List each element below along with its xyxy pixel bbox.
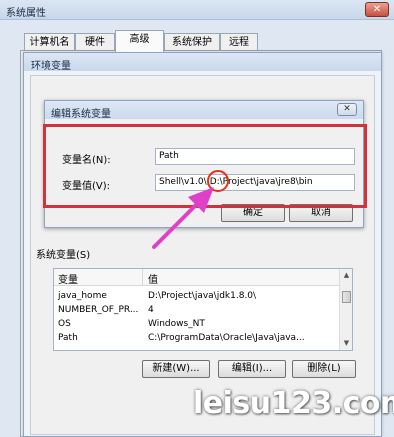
table-row[interactable]: NUMBER_OF_PR... 4 [54, 305, 340, 318]
scroll-down-icon[interactable]: ▼ [342, 339, 351, 348]
window-titlebar: 系统属性 [0, 0, 394, 20]
variable-name-field[interactable]: Path [155, 148, 355, 165]
table-header: 变量 值 [54, 269, 340, 286]
column-header-variable[interactable]: 变量 [58, 271, 78, 286]
edit-variable-button[interactable]: 编辑(I)... [218, 360, 286, 378]
delete-variable-button[interactable]: 删除(L) [292, 360, 356, 378]
cancel-button[interactable]: 取消 [289, 204, 353, 222]
variable-value-label: 变量值(V): [62, 181, 111, 192]
column-header-value[interactable]: 值 [148, 271, 158, 286]
table-row[interactable]: Path C:\ProgramData\Oracle\Java\java... [54, 333, 340, 346]
tab-hardware[interactable]: 硬件 [75, 33, 115, 51]
var-value: Windows_NT [148, 319, 205, 329]
table-scrollbar[interactable]: ▲ ▼ [339, 269, 352, 350]
variable-name-label: 变量名(N): [62, 155, 111, 166]
var-name: Path [58, 333, 78, 343]
new-variable-button[interactable]: 新建(W)... [142, 360, 210, 378]
scroll-thumb[interactable] [342, 291, 351, 303]
system-vars-title: 系统变量(S) [36, 250, 91, 261]
edit-system-variable-dialog: 编辑系统变量 ✕ 变量名(N): Path 变量值(V): Shell\v1.0… [44, 100, 364, 228]
env-dialog-title: 环境变量 [31, 61, 71, 72]
edit-dialog-titlebar: 编辑系统变量 ✕ [45, 101, 363, 120]
tab-remote[interactable]: 远程 [220, 33, 258, 51]
table-row[interactable]: OS Windows_NT [54, 319, 340, 332]
var-name: NUMBER_OF_PR... [58, 305, 139, 315]
system-vars-table[interactable]: 变量 值 java_home D:\Project\java\jdk1.8.0\… [53, 268, 353, 351]
var-name: OS [58, 319, 71, 329]
tab-system-protection[interactable]: 系统保护 [164, 33, 220, 51]
watermark-text: leisu123.com [193, 386, 394, 421]
table-row[interactable]: java_home D:\Project\java\jdk1.8.0\ [54, 291, 340, 304]
column-divider[interactable] [142, 269, 143, 286]
edit-dialog-title: 编辑系统变量 [51, 109, 111, 120]
ok-button[interactable]: 确定 [221, 204, 285, 222]
variable-value-field[interactable]: Shell\v1.0\;D:\Project\java\jre8\bin [155, 174, 355, 191]
window-close-button[interactable]: ✕ [365, 2, 389, 17]
tab-advanced[interactable]: 高级 [115, 30, 164, 52]
var-value: C:\ProgramData\Oracle\Java\java... [148, 333, 305, 343]
tab-computer-name[interactable]: 计算机名 [24, 33, 75, 51]
var-value: 4 [148, 305, 154, 315]
scroll-up-icon[interactable]: ▲ [342, 271, 351, 280]
env-dialog-titlebar: 环境变量 [24, 53, 381, 72]
window-title: 系统属性 [6, 8, 46, 19]
edit-dialog-close-button[interactable]: ✕ [337, 103, 357, 116]
var-name: java_home [58, 291, 107, 301]
var-value: D:\Project\java\jdk1.8.0\ [148, 291, 257, 301]
